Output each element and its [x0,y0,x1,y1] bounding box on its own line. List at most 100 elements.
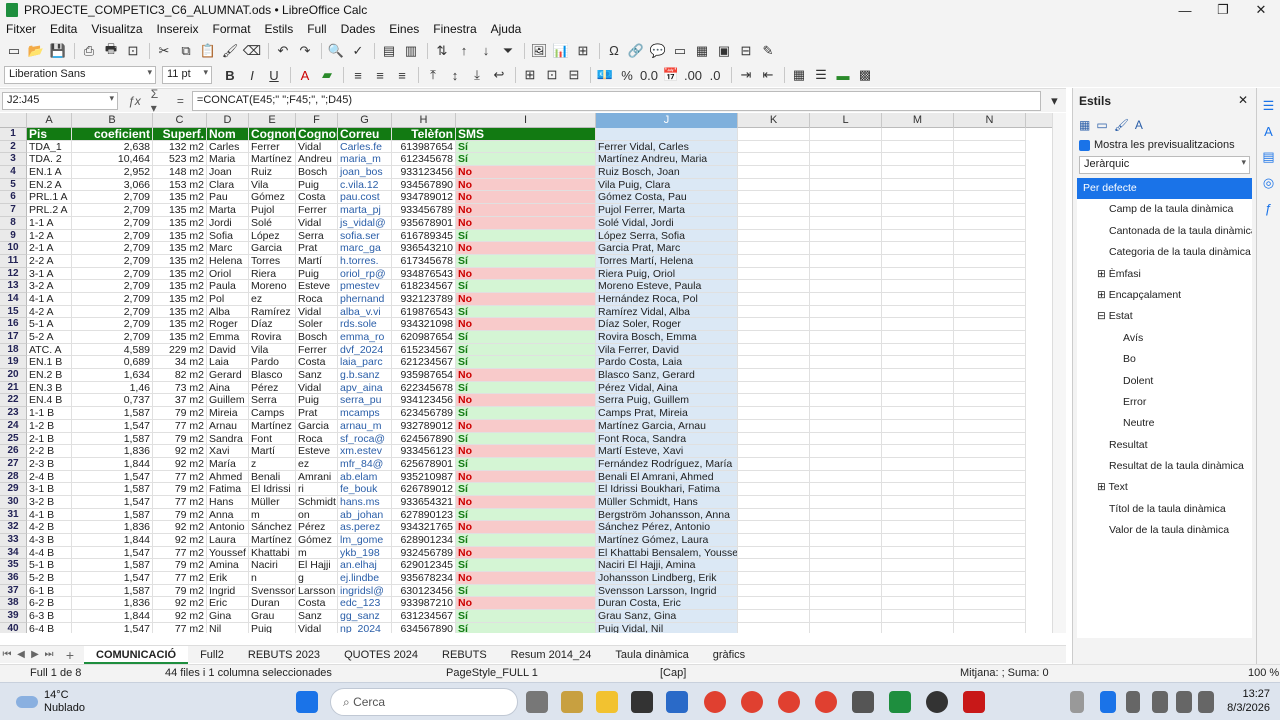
header-cell[interactable]: coeficient [72,128,153,140]
table-cell[interactable] [954,153,1026,166]
decrease-indent-icon[interactable]: ⇤ [758,65,778,85]
table-cell[interactable]: 934321765 [392,521,456,533]
table-cell[interactable]: Sí [456,508,596,521]
page-styles-icon[interactable]: ▭ [1096,118,1107,132]
table-cell[interactable]: Amina [207,559,249,572]
table-cell[interactable] [954,254,1026,267]
table-cell[interactable] [738,534,810,546]
table-cell[interactable]: No [456,216,596,229]
table-cell[interactable]: 634567890 [392,622,456,633]
table-cell[interactable]: Vidal [296,305,338,318]
comment-icon[interactable]: 💬 [648,41,668,61]
table-cell[interactable] [954,191,1026,204]
table-cell[interactable]: 934123456 [392,394,456,407]
menu-item-1[interactable]: Edita [50,22,77,36]
table-cell[interactable]: No [456,470,596,483]
table-cell[interactable]: 933123456 [392,166,456,178]
table-cell[interactable]: Joan [207,166,249,178]
table-cell[interactable]: 932456789 [392,546,456,559]
insert-image-icon[interactable]: 🖼 [529,41,549,61]
table-cell[interactable]: c.vila.12 [338,178,392,191]
table-cell[interactable]: 624567890 [392,432,456,445]
table-cell[interactable]: Sí [456,534,596,546]
add-sheet-icon[interactable]: + [56,647,84,663]
style-tree-item[interactable]: Avís [1077,328,1252,349]
table-cell[interactable] [954,559,1026,572]
table-cell[interactable]: gg_sanz [338,610,392,622]
table-cell[interactable]: Antonio [207,521,249,533]
menu-item-8[interactable]: Eines [389,22,419,36]
table-cell[interactable]: Pérez [249,381,296,394]
table-cell[interactable]: 934567890 [392,178,456,191]
date-format-icon[interactable]: 📅 [661,65,681,85]
table-cell[interactable] [954,610,1026,622]
header-cell[interactable]: SMS [456,128,596,140]
table-cell[interactable]: Sí [456,610,596,622]
table-cell[interactable]: 79 m2 [153,584,207,597]
table-cell[interactable] [954,483,1026,495]
table-cell[interactable]: Martí [249,445,296,457]
table-cell[interactable]: 135 m2 [153,305,207,318]
table-cell[interactable]: EN.2 B [27,369,72,381]
table-cell[interactable]: Martínez [249,153,296,166]
table-cell[interactable]: Garcia [296,419,338,432]
table-cell[interactable]: 623456789 [392,407,456,419]
align-right-icon[interactable]: ≡ [392,65,412,85]
font-color-icon[interactable]: A [295,65,315,85]
row-header[interactable]: 18 [0,343,27,357]
table-cell[interactable] [810,457,882,470]
style-tree-item[interactable]: Camp de la taula dinàmica [1077,199,1252,220]
table-cell[interactable]: 935987654 [392,369,456,381]
table-cell[interactable]: Sí [456,407,596,419]
table-cell[interactable]: 5-1 A [27,318,72,330]
table-cell[interactable]: 82 m2 [153,369,207,381]
undo-icon[interactable]: ↶ [273,41,293,61]
pivot-table-icon[interactable]: ⊞ [573,41,593,61]
functions-icon[interactable]: ƒ [1257,201,1280,216]
table-cell[interactable] [954,407,1026,419]
table-cell[interactable]: Pardo [249,356,296,369]
table-cell[interactable]: Müller Schmidt, Hans [596,495,738,508]
table-cell[interactable]: Torres [249,254,296,267]
table-cell[interactable] [954,331,1026,343]
table-cell[interactable]: Gina [207,610,249,622]
table-cell[interactable] [738,166,810,178]
table-cell[interactable] [810,305,882,318]
merge-center-icon[interactable]: ⊡ [542,65,562,85]
table-cell[interactable]: g.b.sanz [338,369,392,381]
header-cell[interactable]: Nom [207,128,249,140]
table-cell[interactable] [882,419,954,432]
table-cell[interactable]: ATC. A [27,343,72,356]
table-cell[interactable]: López Serra, Sofia [596,229,738,242]
table-cell[interactable]: 92 m2 [153,521,207,533]
table-cell[interactable]: Ferrer [296,204,338,216]
table-cell[interactable]: Laia [207,356,249,369]
table-cell[interactable]: 73 m2 [153,381,207,394]
style-tree-item[interactable]: ⊞ Èmfasi [1077,264,1252,285]
table-cell[interactable]: Grau Sanz, Gina [596,610,738,622]
table-cell[interactable]: n [249,572,296,584]
table-cell[interactable]: 2,709 [72,254,153,267]
table-cell[interactable] [810,597,882,610]
table-cell[interactable] [954,204,1026,216]
table-cell[interactable]: 2,709 [72,204,153,216]
tray-chevron-icon[interactable] [1070,691,1084,713]
clear-format-icon[interactable]: ⌫ [242,41,262,61]
store-icon[interactable] [666,691,688,713]
table-cell[interactable]: 2,709 [72,331,153,343]
table-cell[interactable] [810,369,882,381]
table-cell[interactable]: No [456,369,596,381]
vertical-scrollbar[interactable] [1052,113,1066,633]
chrome-icon[interactable] [704,691,726,713]
special-character-icon[interactable]: Ω [604,41,624,61]
table-cell[interactable]: 77 m2 [153,622,207,633]
table-cell[interactable] [810,153,882,166]
table-cell[interactable]: Maria [207,153,249,166]
column-header-B[interactable]: B [72,113,153,128]
row-header[interactable]: 39 [0,610,27,623]
table-cell[interactable]: 932123789 [392,292,456,305]
table-cell[interactable]: g [296,572,338,584]
table-cell[interactable] [882,622,954,633]
align-bottom-icon[interactable]: ⤓ [467,65,487,85]
table-cell[interactable]: 34 m2 [153,356,207,369]
